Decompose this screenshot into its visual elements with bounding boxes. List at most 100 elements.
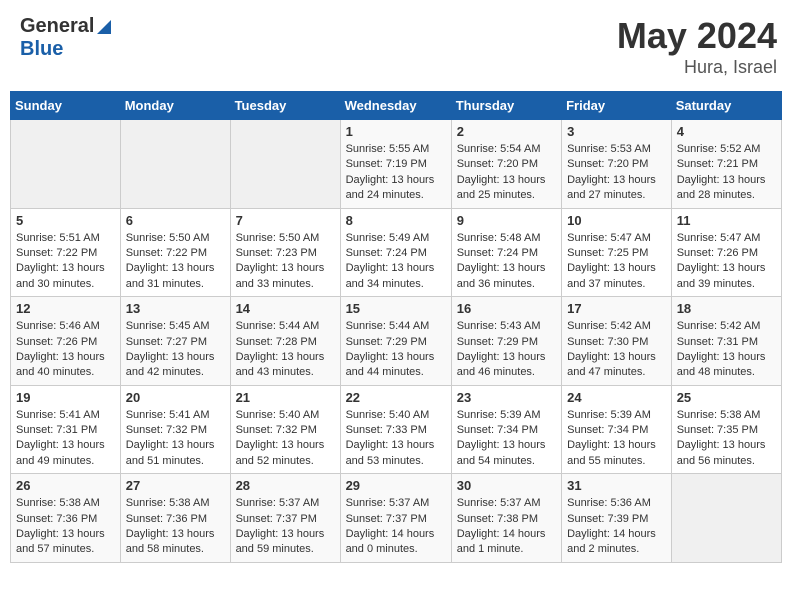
calendar-cell: 13 Sunrise: 5:45 AMSunset: 7:27 PMDayligh… — [120, 297, 230, 386]
day-number: 15 — [346, 301, 446, 316]
cell-info: Sunrise: 5:38 AMSunset: 7:36 PMDaylight:… — [126, 496, 225, 558]
cell-info: Sunrise: 5:38 AMSunset: 7:35 PMDaylight:… — [677, 408, 776, 470]
day-number: 31 — [567, 478, 666, 493]
day-number: 4 — [677, 124, 776, 139]
calendar-week-row: 5 Sunrise: 5:51 AMSunset: 7:22 PMDaylight… — [11, 208, 782, 297]
calendar-cell: 15 Sunrise: 5:44 AMSunset: 7:29 PMDayligh… — [340, 297, 451, 386]
calendar-cell: 8Sunrise: 5:49 AMSunset: 7:24 PMDaylight… — [340, 208, 451, 297]
cell-info: Sunrise: 5:51 AMSunset: 7:22 PMDaylight:… — [16, 231, 115, 293]
day-number: 17 — [567, 301, 666, 316]
day-number: 13 — [126, 301, 225, 316]
calendar-cell: 12 Sunrise: 5:46 AMSunset: 7:26 PMDayligh… — [11, 297, 121, 386]
cell-info: Sunrise: 5:44 AMSunset: 7:28 PMDaylight:… — [236, 319, 335, 381]
calendar-cell: 23 Sunrise: 5:39 AMSunset: 7:34 PMDayligh… — [451, 385, 561, 474]
calendar-cell: 22 Sunrise: 5:40 AMSunset: 7:33 PMDayligh… — [340, 385, 451, 474]
header-wednesday: Wednesday — [340, 92, 451, 120]
calendar-week-row: 19Sunrise: 5:41 AMSunset: 7:31 PMDayligh… — [11, 385, 782, 474]
calendar-cell — [230, 120, 340, 209]
day-number: 27 — [126, 478, 225, 493]
calendar-cell — [120, 120, 230, 209]
day-number: 10 — [567, 213, 666, 228]
cell-info: Sunrise: 5:41 AMSunset: 7:32 PMDaylight:… — [126, 408, 225, 470]
location: Hura, Israel — [617, 57, 777, 78]
day-number: 12 — [16, 301, 115, 316]
day-number: 5 — [16, 213, 115, 228]
calendar-cell: 7 Sunrise: 5:50 AMSunset: 7:23 PMDaylight… — [230, 208, 340, 297]
cell-info: Sunrise: 5:39 AMSunset: 7:34 PMDaylight:… — [457, 408, 556, 470]
cell-info: Sunrise: 5:53 AMSunset: 7:20 PMDaylight:… — [567, 142, 666, 204]
cell-info: Sunrise: 5:38 AMSunset: 7:36 PMDaylight:… — [16, 496, 115, 558]
cell-info: Sunrise: 5:45 AMSunset: 7:27 PMDaylight:… — [126, 319, 225, 381]
cell-info: Sunrise: 5:50 AMSunset: 7:23 PMDaylight:… — [236, 231, 335, 293]
calendar-cell: 21Sunrise: 5:40 AMSunset: 7:32 PMDayligh… — [230, 385, 340, 474]
header-saturday: Saturday — [671, 92, 781, 120]
cell-info: Sunrise: 5:41 AMSunset: 7:31 PMDaylight:… — [16, 408, 115, 470]
calendar-cell: 17Sunrise: 5:42 AMSunset: 7:30 PMDayligh… — [562, 297, 672, 386]
calendar-cell: 19Sunrise: 5:41 AMSunset: 7:31 PMDayligh… — [11, 385, 121, 474]
cell-info: Sunrise: 5:47 AMSunset: 7:25 PMDaylight:… — [567, 231, 666, 293]
calendar-table: SundayMondayTuesdayWednesdayThursdayFrid… — [10, 91, 782, 563]
calendar-cell: 25 Sunrise: 5:38 AMSunset: 7:35 PMDayligh… — [671, 385, 781, 474]
calendar-cell — [671, 474, 781, 563]
cell-info: Sunrise: 5:43 AMSunset: 7:29 PMDaylight:… — [457, 319, 556, 381]
calendar-week-row: 26 Sunrise: 5:38 AMSunset: 7:36 PMDayligh… — [11, 474, 782, 563]
logo: General Blue — [20, 15, 113, 61]
calendar-cell: 6 Sunrise: 5:50 AMSunset: 7:22 PMDaylight… — [120, 208, 230, 297]
page-header: General Blue May 2024 Hura, Israel — [10, 10, 782, 83]
cell-info: Sunrise: 5:54 AMSunset: 7:20 PMDaylight:… — [457, 142, 556, 204]
cell-info: Sunrise: 5:37 AMSunset: 7:37 PMDaylight:… — [236, 496, 335, 558]
calendar-cell: 1Sunrise: 5:55 AMSunset: 7:19 PMDaylight… — [340, 120, 451, 209]
day-number: 22 — [346, 390, 446, 405]
logo-triangle-icon — [95, 18, 113, 36]
header-thursday: Thursday — [451, 92, 561, 120]
header-tuesday: Tuesday — [230, 92, 340, 120]
cell-info: Sunrise: 5:37 AMSunset: 7:37 PMDaylight:… — [346, 496, 446, 558]
calendar-header-row: SundayMondayTuesdayWednesdayThursdayFrid… — [11, 92, 782, 120]
day-number: 2 — [457, 124, 556, 139]
day-number: 6 — [126, 213, 225, 228]
calendar-cell: 14 Sunrise: 5:44 AMSunset: 7:28 PMDayligh… — [230, 297, 340, 386]
day-number: 29 — [346, 478, 446, 493]
cell-info: Sunrise: 5:55 AMSunset: 7:19 PMDaylight:… — [346, 142, 446, 204]
calendar-cell: 4 Sunrise: 5:52 AMSunset: 7:21 PMDaylight… — [671, 120, 781, 209]
calendar-cell: 5 Sunrise: 5:51 AMSunset: 7:22 PMDaylight… — [11, 208, 121, 297]
cell-info: Sunrise: 5:44 AMSunset: 7:29 PMDaylight:… — [346, 319, 446, 381]
day-number: 14 — [236, 301, 335, 316]
calendar-cell: 2 Sunrise: 5:54 AMSunset: 7:20 PMDaylight… — [451, 120, 561, 209]
calendar-cell: 31 Sunrise: 5:36 AMSunset: 7:39 PMDayligh… — [562, 474, 672, 563]
day-number: 26 — [16, 478, 115, 493]
calendar-cell: 11 Sunrise: 5:47 AMSunset: 7:26 PMDayligh… — [671, 208, 781, 297]
calendar-cell: 28Sunrise: 5:37 AMSunset: 7:37 PMDayligh… — [230, 474, 340, 563]
calendar-cell: 24Sunrise: 5:39 AMSunset: 7:34 PMDayligh… — [562, 385, 672, 474]
calendar-cell: 18 Sunrise: 5:42 AMSunset: 7:31 PMDayligh… — [671, 297, 781, 386]
calendar-cell: 26 Sunrise: 5:38 AMSunset: 7:36 PMDayligh… — [11, 474, 121, 563]
day-number: 25 — [677, 390, 776, 405]
cell-info: Sunrise: 5:52 AMSunset: 7:21 PMDaylight:… — [677, 142, 776, 204]
calendar-cell: 20 Sunrise: 5:41 AMSunset: 7:32 PMDayligh… — [120, 385, 230, 474]
day-number: 18 — [677, 301, 776, 316]
calendar-cell: 29 Sunrise: 5:37 AMSunset: 7:37 PMDayligh… — [340, 474, 451, 563]
header-monday: Monday — [120, 92, 230, 120]
day-number: 11 — [677, 213, 776, 228]
cell-info: Sunrise: 5:50 AMSunset: 7:22 PMDaylight:… — [126, 231, 225, 293]
day-number: 7 — [236, 213, 335, 228]
calendar-cell: 30Sunrise: 5:37 AMSunset: 7:38 PMDayligh… — [451, 474, 561, 563]
month-title: May 2024 — [617, 15, 777, 57]
logo-general-text: General — [20, 15, 94, 38]
cell-info: Sunrise: 5:37 AMSunset: 7:38 PMDaylight:… — [457, 496, 556, 558]
title-area: May 2024 Hura, Israel — [617, 15, 777, 78]
cell-info: Sunrise: 5:40 AMSunset: 7:33 PMDaylight:… — [346, 408, 446, 470]
day-number: 23 — [457, 390, 556, 405]
logo-blue-text: Blue — [20, 38, 63, 60]
day-number: 20 — [126, 390, 225, 405]
calendar-cell — [11, 120, 121, 209]
calendar-cell: 3Sunrise: 5:53 AMSunset: 7:20 PMDaylight… — [562, 120, 672, 209]
day-number: 24 — [567, 390, 666, 405]
day-number: 16 — [457, 301, 556, 316]
calendar-week-row: 1Sunrise: 5:55 AMSunset: 7:19 PMDaylight… — [11, 120, 782, 209]
cell-info: Sunrise: 5:36 AMSunset: 7:39 PMDaylight:… — [567, 496, 666, 558]
cell-info: Sunrise: 5:42 AMSunset: 7:31 PMDaylight:… — [677, 319, 776, 381]
header-sunday: Sunday — [11, 92, 121, 120]
cell-info: Sunrise: 5:46 AMSunset: 7:26 PMDaylight:… — [16, 319, 115, 381]
cell-info: Sunrise: 5:47 AMSunset: 7:26 PMDaylight:… — [677, 231, 776, 293]
